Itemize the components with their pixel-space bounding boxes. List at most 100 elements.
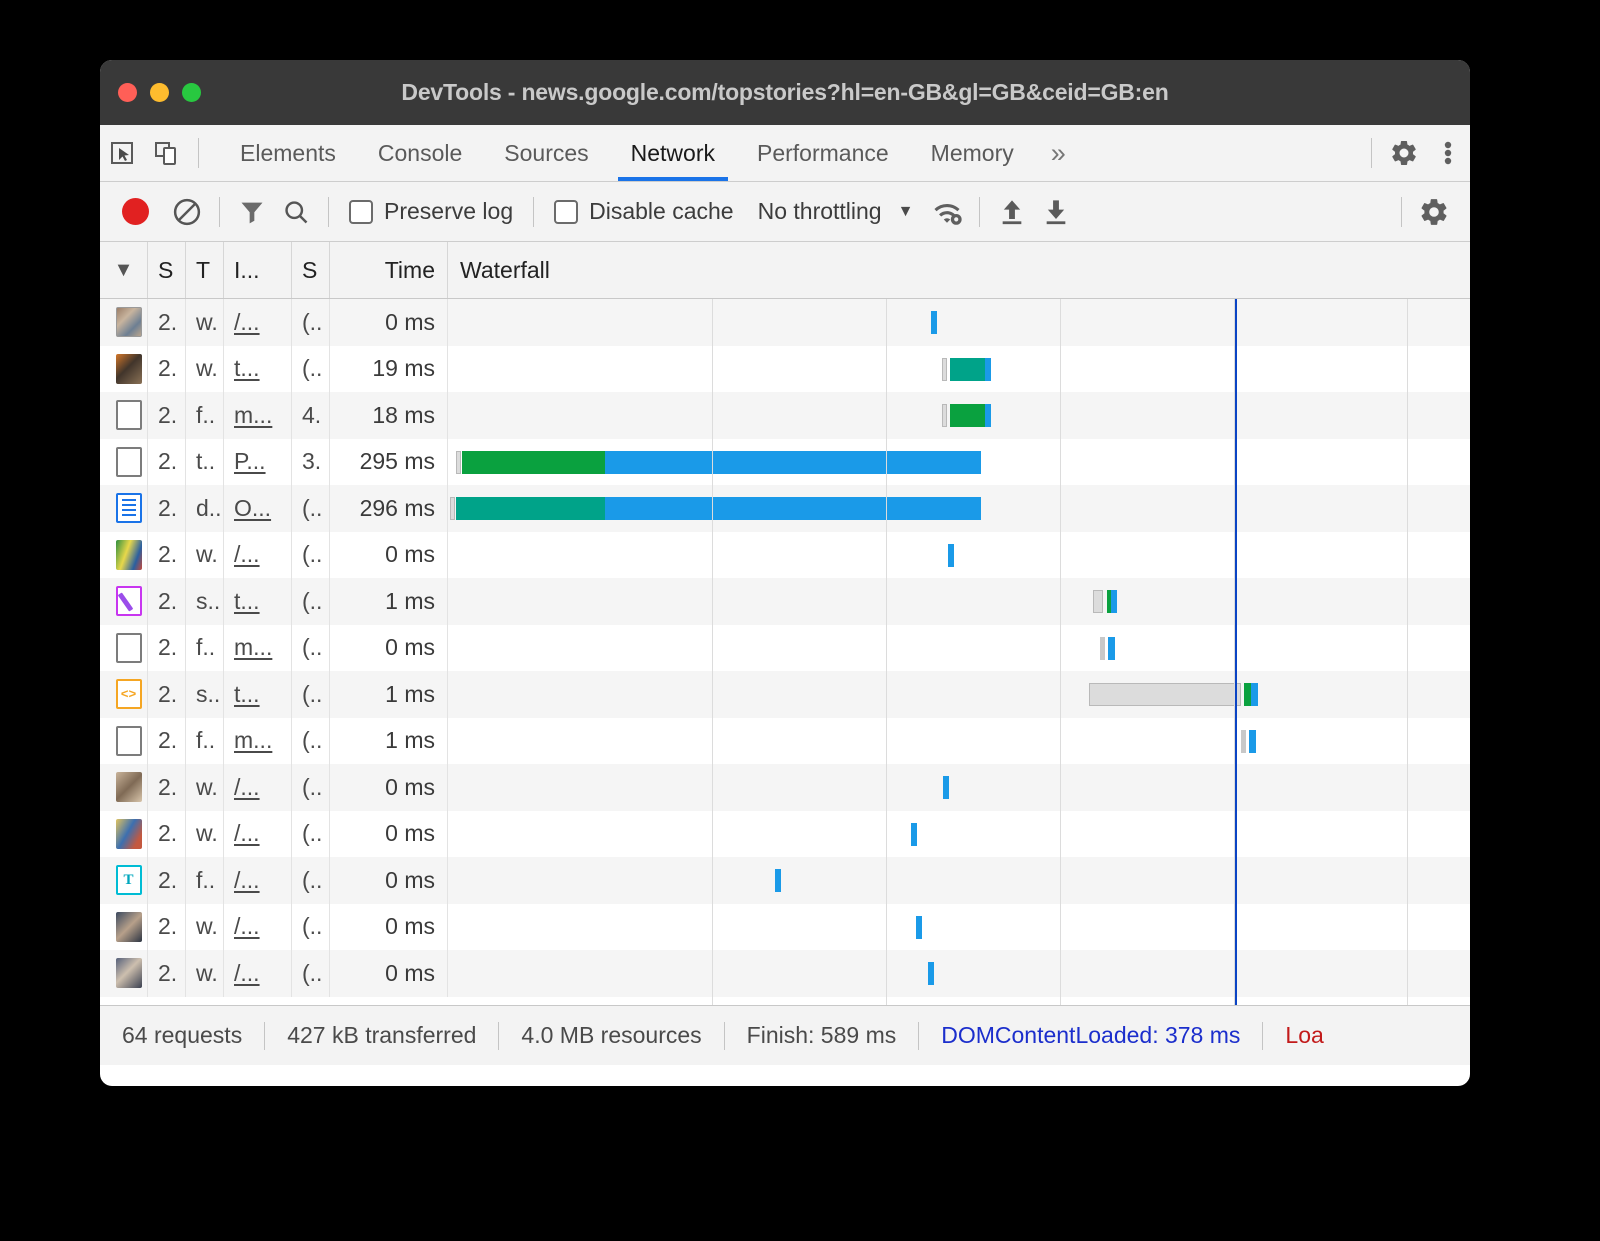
waterfall-bar[interactable] [775,869,781,892]
table-row[interactable]: 2.w./...(..0 ms [100,904,1470,951]
disable-cache-box[interactable] [554,200,578,224]
clear-icon[interactable] [165,190,209,234]
waterfall-bar[interactable] [1093,590,1117,613]
tab-memory[interactable]: Memory [910,125,1035,181]
waterfall-bar[interactable] [942,358,991,381]
table-row[interactable]: 2.f..m...4.18 ms [100,392,1470,439]
toolbar-divider [533,197,534,227]
waterfall-bar[interactable] [942,404,991,427]
table-row[interactable]: 2.w.t...(..19 ms [100,346,1470,393]
column-header-size[interactable]: S [292,242,330,298]
table-row[interactable]: 2.d..O...(..296 ms [100,485,1470,532]
column-header-type[interactable]: T [186,242,224,298]
tab-console[interactable]: Console [357,125,483,181]
waterfall-cell[interactable] [448,904,1470,951]
waterfall-cell[interactable] [448,950,1470,997]
waterfall-cell[interactable] [448,578,1470,625]
tab-elements[interactable]: Elements [219,125,357,181]
record-button[interactable] [122,198,149,225]
window-titlebar: DevTools - news.google.com/topstories?hl… [100,60,1470,125]
cell-status: 2. [148,625,186,672]
waterfall-bar[interactable] [931,311,937,334]
waterfall-segment-conn [456,497,605,520]
cell-size: (.. [292,485,330,532]
waterfall-cell[interactable] [448,625,1470,672]
table-row[interactable]: 2.f..m...(..0 ms [100,625,1470,672]
more-vertical-icon[interactable] [1426,133,1470,173]
table-row[interactable]: 2.f..m...(..1 ms [100,718,1470,765]
column-header-initiator[interactable]: I... [224,242,292,298]
waterfall-bar[interactable] [928,962,934,985]
cell-size: (.. [292,904,330,951]
table-row[interactable]: 2.w./...(..0 ms [100,950,1470,997]
request-icon-cell [100,439,148,486]
table-row[interactable]: 2.w./...(..0 ms [100,299,1470,346]
waterfall-bar[interactable] [916,916,922,939]
waterfall-bar[interactable] [948,544,954,567]
filter-icon[interactable] [230,190,274,234]
zoom-button[interactable] [182,83,201,102]
chevron-down-icon[interactable]: ▼ [898,203,914,221]
table-row[interactable]: <>2.s..t...(..1 ms [100,671,1470,718]
tab-network[interactable]: Network [610,125,736,181]
tab-performance[interactable]: Performance [736,125,910,181]
gear-icon[interactable] [1412,190,1456,234]
disable-cache-checkbox[interactable]: Disable cache [554,198,733,225]
cell-time: 0 ms [330,299,448,346]
more-tabs-chevron-icon[interactable]: » [1035,125,1082,181]
thumbnail-icon [116,772,142,802]
cell-size: (.. [292,578,330,625]
waterfall-cell[interactable] [448,764,1470,811]
waterfall-cell[interactable] [448,857,1470,904]
waterfall-bar[interactable] [943,776,949,799]
table-row[interactable]: 2.w./...(..0 ms [100,811,1470,858]
window-title: DevTools - news.google.com/topstories?hl… [100,79,1470,106]
waterfall-bar[interactable] [1100,637,1115,660]
wifi-settings-icon[interactable] [925,190,969,234]
inspect-element-icon[interactable] [100,133,144,173]
thumbnail-icon [116,307,142,337]
preserve-log-checkbox[interactable]: Preserve log [349,198,513,225]
waterfall-cell[interactable] [448,671,1470,718]
waterfall-bar[interactable] [911,823,917,846]
search-icon[interactable] [274,190,318,234]
table-row[interactable]: 2.w./...(..0 ms [100,764,1470,811]
table-row[interactable]: 2.s..t...(..1 ms [100,578,1470,625]
throttling-dropdown[interactable]: No throttling ▼ [758,198,914,225]
minimize-button[interactable] [150,83,169,102]
download-har-icon[interactable] [1034,190,1078,234]
waterfall-cell[interactable] [448,811,1470,858]
waterfall-cell[interactable] [448,439,1470,486]
waterfall-bar[interactable] [450,497,981,520]
waterfall-cell[interactable] [448,346,1470,393]
waterfall-bar[interactable] [456,451,981,474]
cell-type: d.. [186,485,224,532]
column-header-sort[interactable]: ▼ [100,242,148,298]
tab-sources[interactable]: Sources [483,125,609,181]
waterfall-cell[interactable] [448,485,1470,532]
table-row[interactable]: 2.t..P...3.295 ms [100,439,1470,486]
gear-icon[interactable] [1382,133,1426,173]
waterfall-segment-dl [775,869,781,892]
waterfall-cell[interactable] [448,299,1470,346]
column-header-status[interactable]: S [148,242,186,298]
table-row[interactable]: T2.f../...(..0 ms [100,857,1470,904]
device-toolbar-icon[interactable] [144,133,188,173]
column-header-time[interactable]: Time [330,242,448,298]
upload-har-icon[interactable] [990,190,1034,234]
close-button[interactable] [118,83,137,102]
preserve-log-label: Preserve log [384,198,513,225]
preserve-log-box[interactable] [349,200,373,224]
column-header-waterfall[interactable]: Waterfall [448,242,1470,298]
cell-initiator: m... [224,625,292,672]
waterfall-cell[interactable] [448,392,1470,439]
waterfall-bar[interactable] [1241,730,1256,753]
stylesheet-icon [116,586,142,616]
disable-cache-label: Disable cache [589,198,733,225]
waterfall-bar[interactable] [1089,683,1258,706]
cell-initiator: P... [224,439,292,486]
waterfall-cell[interactable] [448,718,1470,765]
waterfall-cell[interactable] [448,532,1470,579]
table-row[interactable]: 2.w./...(..0 ms [100,532,1470,579]
requests-table-body[interactable]: 2.w./...(..0 ms2.w.t...(..19 ms2.f..m...… [100,299,1470,1005]
